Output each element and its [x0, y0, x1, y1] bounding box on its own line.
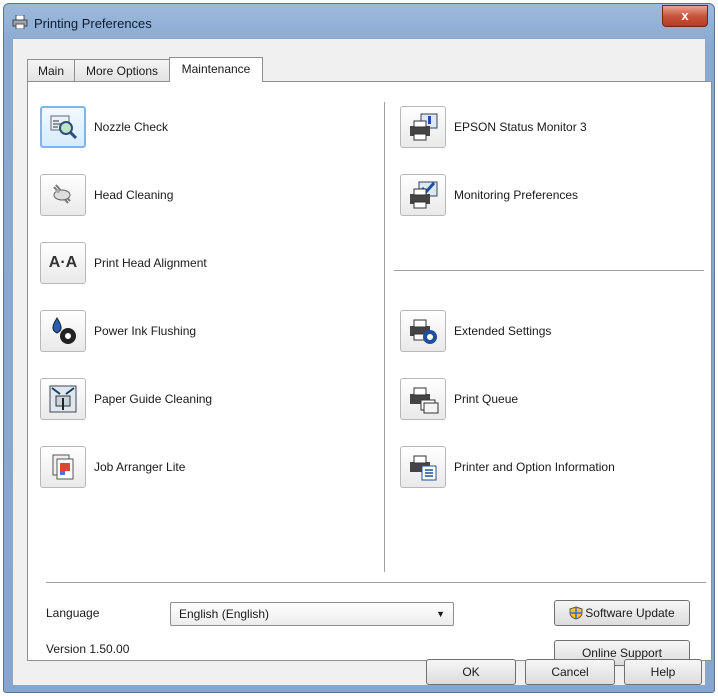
nozzle-check-button[interactable]: [40, 106, 86, 148]
title-bar[interactable]: Printing Preferences x: [4, 4, 714, 38]
print-queue-item[interactable]: Print Queue: [400, 378, 518, 420]
language-select-value: English (English): [179, 607, 270, 621]
monitoring-preferences-label: Monitoring Preferences: [454, 188, 579, 202]
job-arranger-icon: [52, 454, 74, 480]
paper-guide-cleaning-icon: [49, 385, 77, 413]
ok-button[interactable]: OK: [426, 659, 516, 685]
printing-preferences-window: Printing Preferences x Main More Options…: [3, 3, 715, 693]
nozzle-check-label: Nozzle Check: [94, 120, 169, 134]
software-update-label: Software Update: [585, 606, 675, 620]
print-head-alignment-label: Print Head Alignment: [94, 256, 207, 270]
column-divider: [384, 102, 385, 572]
printer-icon: [12, 15, 28, 29]
status-monitor-label: EPSON Status Monitor 3: [454, 120, 587, 134]
printer-info-icon: [410, 455, 437, 481]
power-ink-flushing-icon: [52, 317, 76, 344]
tab-more-options[interactable]: More Options: [74, 59, 170, 81]
status-monitor-button[interactable]: [400, 106, 446, 148]
print-queue-label: Print Queue: [454, 392, 519, 406]
language-select[interactable]: English (English) ▼: [170, 602, 454, 626]
print-head-alignment-item[interactable]: A·A Print Head Alignment: [40, 242, 207, 284]
extended-settings-label: Extended Settings: [454, 324, 552, 338]
maintenance-panel: Nozzle Check Head Cleaning A·A Print Hea…: [27, 81, 712, 666]
tab-main[interactable]: Main: [27, 59, 75, 81]
software-update-button[interactable]: Software Update: [554, 600, 690, 626]
status-monitor-icon: [410, 113, 438, 141]
job-arranger-label: Job Arranger Lite: [94, 460, 186, 474]
bottom-section-divider: [46, 582, 706, 583]
status-monitor-item[interactable]: EPSON Status Monitor 3: [400, 106, 587, 148]
printer-info-button[interactable]: [400, 446, 446, 488]
print-queue-button[interactable]: [400, 378, 446, 420]
language-label: Language: [46, 606, 100, 620]
help-button[interactable]: Help: [624, 659, 702, 685]
monitoring-preferences-item[interactable]: Monitoring Preferences: [400, 174, 578, 216]
head-cleaning-button[interactable]: [40, 174, 86, 216]
close-button[interactable]: x: [662, 5, 708, 27]
printer-info-label: Printer and Option Information: [454, 460, 615, 474]
print-head-alignment-button[interactable]: A·A: [40, 242, 86, 284]
extended-settings-item[interactable]: Extended Settings: [400, 310, 551, 352]
dropdown-arrow-icon: ▼: [436, 609, 445, 619]
paper-guide-cleaning-item[interactable]: Paper Guide Cleaning: [40, 378, 212, 420]
shield-icon: [569, 606, 583, 620]
power-ink-flushing-label: Power Ink Flushing: [94, 324, 197, 338]
window-title: Printing Preferences: [34, 16, 152, 31]
tab-maintenance[interactable]: Maintenance: [169, 57, 263, 82]
power-ink-flushing-item[interactable]: Power Ink Flushing: [40, 310, 196, 352]
paper-guide-cleaning-button[interactable]: [40, 378, 86, 420]
power-ink-flushing-button[interactable]: [40, 310, 86, 352]
extended-settings-icon: [410, 319, 437, 344]
head-cleaning-icon: [53, 184, 71, 204]
job-arranger-button[interactable]: [40, 446, 86, 488]
monitoring-preferences-button[interactable]: [400, 174, 446, 216]
monitoring-preferences-icon: [410, 181, 438, 209]
job-arranger-item[interactable]: Job Arranger Lite: [40, 446, 185, 488]
paper-guide-cleaning-label: Paper Guide Cleaning: [94, 392, 213, 406]
print-head-alignment-icon: A·A: [48, 254, 78, 271]
printer-info-item[interactable]: Printer and Option Information: [400, 446, 615, 488]
print-queue-icon: [410, 387, 439, 414]
nozzle-check-item[interactable]: Nozzle Check: [40, 106, 168, 148]
nozzle-check-icon: [50, 115, 78, 140]
extended-settings-button[interactable]: [400, 310, 446, 352]
dialog-client-area: Main More Options Maintenance Nozzle Che…: [12, 38, 712, 686]
right-section-divider: [394, 270, 704, 271]
cancel-button[interactable]: Cancel: [525, 659, 615, 685]
head-cleaning-item[interactable]: Head Cleaning: [40, 174, 173, 216]
version-text: Version 1.50.00: [46, 642, 130, 656]
head-cleaning-label: Head Cleaning: [94, 188, 174, 202]
